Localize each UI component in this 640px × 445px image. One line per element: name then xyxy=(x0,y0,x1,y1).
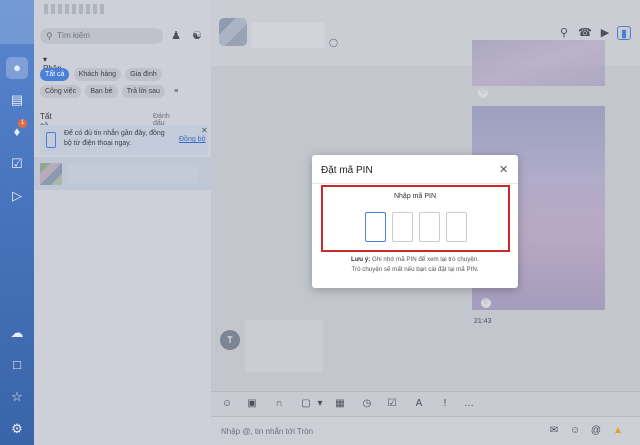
text-format-icon[interactable]: A xyxy=(412,397,426,411)
category-chips: Tất cả Khách hàng Gia đình Công việc Bạn… xyxy=(40,68,208,102)
notification-badge: 1 xyxy=(18,119,27,128)
image-message[interactable] xyxy=(472,40,605,86)
todo-check-icon[interactable]: ☑ xyxy=(9,156,25,172)
task-check-icon[interactable]: ☑ xyxy=(385,397,399,411)
cloud-icon[interactable]: ☁ xyxy=(9,325,25,341)
create-group-icon[interactable]: ☯ xyxy=(189,28,205,44)
settings-gear-icon[interactable]: ⚙ xyxy=(9,421,25,437)
search-icon[interactable]: ⚲ xyxy=(557,26,571,40)
conversation-item[interactable] xyxy=(34,157,211,190)
pin-note: Lưu ý: Ghi nhớ mã PIN để xem lại trò chu… xyxy=(351,256,479,273)
contact-name-blurred xyxy=(251,22,325,48)
incoming-avatar[interactable]: T xyxy=(220,330,240,350)
reaction-icon[interactable]: ♡ xyxy=(478,88,488,98)
mention-icon[interactable]: @ xyxy=(589,424,603,438)
sidebar-toggle-icon[interactable]: ▮ xyxy=(617,26,631,40)
set-pin-dialog: Đặt mã PIN ✕ Nhập mã PIN Lưu ý: Ghi nhớ … xyxy=(312,155,518,288)
image-icon[interactable]: ▣ xyxy=(245,397,259,411)
attachment-icon[interactable]: ∩ xyxy=(272,397,286,411)
divider xyxy=(312,183,518,184)
pin-entry-highlight: Nhập mã PIN xyxy=(321,185,510,252)
sync-notice: Để có đủ tin nhắn gần đây, đồng bộ từ đi… xyxy=(40,125,208,155)
close-icon[interactable]: ✕ xyxy=(499,163,508,176)
chevron-down-icon[interactable]: ▾ xyxy=(313,397,327,411)
pin-digit-2[interactable] xyxy=(392,212,413,242)
chip-work[interactable]: Công việc xyxy=(40,85,82,98)
reaction-icon[interactable]: ♡ xyxy=(481,298,491,308)
contact-card-icon[interactable]: ▦ xyxy=(333,397,347,411)
emoji-icon[interactable]: ☺ xyxy=(568,424,582,438)
video-icon[interactable]: ▶ xyxy=(598,26,612,40)
pin-prompt: Nhập mã PIN xyxy=(393,193,437,200)
thumbs-up-icon[interactable]: ▲ xyxy=(611,424,625,438)
chip-customers[interactable]: Khách hàng xyxy=(73,68,122,81)
chat-bubble-icon[interactable]: ● xyxy=(6,57,28,79)
more-icon[interactable]: … xyxy=(462,397,476,411)
notice-text: Để có đủ tin nhắn gần đây, đồng bộ từ đi… xyxy=(64,130,165,147)
star-icon[interactable]: ☆ xyxy=(9,389,25,405)
screenshot-icon[interactable]: ▢ xyxy=(299,397,313,411)
chip-reply-later[interactable]: Trả lời sau xyxy=(121,85,165,98)
contacts-icon[interactable]: ▤ xyxy=(9,92,25,108)
message-time: 21:43 xyxy=(474,318,492,325)
incoming-message-blurred[interactable] xyxy=(245,320,323,372)
pin-digit-1[interactable] xyxy=(365,212,386,242)
chip-family[interactable]: Gia đình xyxy=(125,68,162,81)
user-avatar[interactable] xyxy=(0,0,34,44)
search-placeholder: Tìm kiếm xyxy=(57,31,90,40)
search-icon: ⚲ xyxy=(46,31,53,41)
search-input[interactable]: ⚲ Tìm kiếm xyxy=(40,28,163,44)
chip-friends[interactable]: Bạn bè xyxy=(85,85,118,98)
phone-call-icon[interactable]: ☎ xyxy=(578,26,592,40)
window-title-blurred xyxy=(44,4,104,14)
pin-digit-3[interactable] xyxy=(419,212,440,242)
sticker-icon[interactable]: ☺ xyxy=(220,397,234,411)
video-call-icon[interactable]: ▷ xyxy=(9,188,25,204)
screenshot-icon[interactable]: □ xyxy=(9,357,25,373)
input-placeholder: Nhập @, tin nhắn tới Tròn xyxy=(221,427,314,436)
dialog-title: Đặt mã PIN xyxy=(321,165,373,176)
chip-all[interactable]: Tất cả xyxy=(40,68,70,81)
contact-avatar[interactable] xyxy=(219,18,247,46)
conversation-preview-blurred xyxy=(68,165,198,183)
close-icon[interactable]: ✕ xyxy=(201,126,208,135)
add-friend-icon[interactable]: ♟ xyxy=(168,28,184,44)
tag-icon[interactable]: ◯ xyxy=(329,38,338,47)
left-rail: ● ▤ ♦ 1 ☑ ▷ ☁ □ ☆ ⚙ xyxy=(0,0,34,445)
sync-link[interactable]: Đồng bộ xyxy=(179,136,205,143)
filter-settings-icon[interactable]: ≡ xyxy=(169,85,183,98)
pin-digit-4[interactable] xyxy=(446,212,467,242)
phone-icon xyxy=(46,132,56,148)
urgent-icon[interactable]: ! xyxy=(438,397,452,411)
conversation-avatar xyxy=(40,163,62,185)
quick-message-icon[interactable]: ✉ xyxy=(547,424,561,438)
reminder-clock-icon[interactable]: ◷ xyxy=(360,397,374,411)
